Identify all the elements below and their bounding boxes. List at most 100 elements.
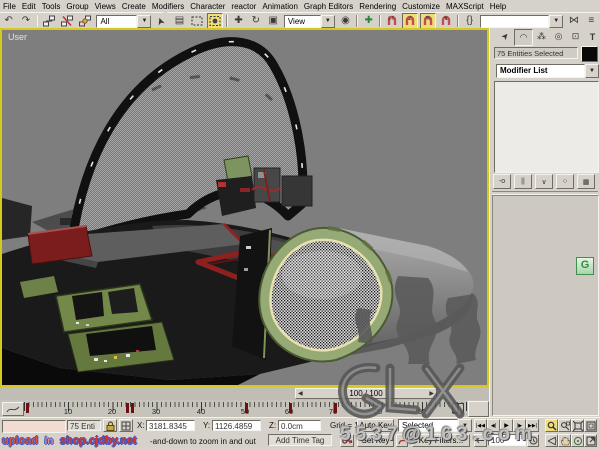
chevron-down-icon[interactable]: ▼ <box>549 15 563 28</box>
zoom-tool-icon[interactable] <box>545 419 558 432</box>
configure-modifier-sets-icon[interactable]: ▦ <box>577 174 595 189</box>
selection-lock-icon[interactable] <box>103 419 117 432</box>
chevron-down-icon[interactable]: ▼ <box>137 15 151 28</box>
rectangular-selection-region-icon[interactable] <box>189 13 205 29</box>
modifier-list-dropdown[interactable]: Modifier List ▼ <box>496 64 599 78</box>
time-configuration-icon[interactable] <box>527 434 539 447</box>
menu-item-tools[interactable]: Tools <box>39 2 64 11</box>
animation-key[interactable] <box>126 403 129 413</box>
current-frame-field[interactable]: 100 <box>488 434 526 446</box>
animation-key[interactable] <box>289 403 292 413</box>
object-color-swatch[interactable] <box>581 46 598 62</box>
menu-item-views[interactable]: Views <box>92 2 119 11</box>
key-filters-button[interactable]: Key Filters... <box>412 434 470 447</box>
named-selection-sets-dropdown[interactable]: ▼ <box>480 15 563 28</box>
time-slider-next-icon[interactable]: ▶ <box>429 390 434 397</box>
auto-key-button[interactable]: Auto Key <box>357 419 394 432</box>
animation-key[interactable] <box>245 403 248 413</box>
field-of-view-icon[interactable] <box>545 434 558 447</box>
zoom-extents-all-icon[interactable] <box>584 419 597 432</box>
menu-item-rendering[interactable]: Rendering <box>356 2 399 11</box>
open-mini-curve-editor-button[interactable] <box>2 402 24 416</box>
select-and-manipulate-icon[interactable]: ✚ <box>361 13 376 29</box>
use-pivot-point-center-icon[interactable]: ◉ <box>338 13 353 29</box>
pin-stack-icon[interactable]: -o <box>493 174 511 189</box>
menu-item-edit[interactable]: Edit <box>19 2 39 11</box>
x-coordinate-field[interactable]: 3181.8345 <box>146 420 195 431</box>
align-icon[interactable]: ≡ <box>584 13 599 29</box>
redo-icon[interactable]: ↷ <box>18 13 33 29</box>
animation-key[interactable] <box>458 403 464 413</box>
next-frame-button[interactable]: |▶ <box>513 419 526 432</box>
selection-filter-dropdown[interactable]: All ▼ <box>96 15 151 28</box>
zoom-all-icon[interactable] <box>558 419 571 432</box>
viewport[interactable]: User <box>0 28 489 387</box>
menu-item-help[interactable]: Help <box>487 2 509 11</box>
menu-item-create[interactable]: Create <box>119 2 149 11</box>
play-button[interactable]: ▶ <box>500 419 513 432</box>
hierarchy-tab-icon[interactable]: ⁂ <box>533 29 550 44</box>
add-time-tag-field[interactable]: Add Time Tag <box>268 434 332 446</box>
select-and-rotate-icon[interactable]: ↻ <box>248 13 263 29</box>
remove-modifier-icon[interactable]: ○ <box>556 174 574 189</box>
trackbar-end-button[interactable] <box>468 401 489 417</box>
menu-item-file[interactable]: File <box>0 2 19 11</box>
object-name-field[interactable]: 75 Entities Selected <box>494 47 578 59</box>
menu-item-group[interactable]: Group <box>63 2 91 11</box>
select-by-name-icon[interactable]: ▤ <box>172 13 187 29</box>
utilities-tab-icon[interactable]: T <box>584 29 600 44</box>
motion-tab-icon[interactable]: ◎ <box>550 29 567 44</box>
set-key-mode-icon[interactable] <box>340 434 354 447</box>
mirror-icon[interactable]: ⋈ <box>566 13 581 29</box>
animation-key[interactable] <box>26 403 29 413</box>
snap-toggle-icon[interactable]: 2.5 <box>384 13 400 29</box>
keyboard-shortcut-override-icon[interactable]: {} <box>462 13 477 29</box>
show-end-result-icon[interactable]: || <box>514 174 532 189</box>
zoom-extents-icon[interactable] <box>571 419 584 432</box>
chevron-down-icon[interactable]: ▼ <box>585 64 599 78</box>
go-to-start-button[interactable]: |◀◀ <box>474 419 487 432</box>
menu-item-graph-editors[interactable]: Graph Editors <box>301 2 356 11</box>
go-to-end-button[interactable]: ▶▶| <box>526 419 539 432</box>
chevron-down-icon[interactable]: ▼ <box>458 419 472 432</box>
display-tab-icon[interactable]: ⊡ <box>567 29 584 44</box>
min-max-toggle-icon[interactable] <box>584 434 597 447</box>
key-mode-selected-dropdown[interactable]: Selected ▼ <box>398 419 472 432</box>
percent-snap-toggle-icon[interactable]: % <box>420 13 436 29</box>
time-slider-prev-icon[interactable]: ◀ <box>298 390 303 397</box>
pan-view-icon[interactable] <box>558 434 571 447</box>
chevron-down-icon[interactable]: ▼ <box>321 15 335 28</box>
track-bar[interactable]: 10 20 30 40 50 60 70 80 90 100 <box>0 400 489 418</box>
undo-icon[interactable]: ↶ <box>1 13 16 29</box>
viewport-label[interactable]: User <box>8 32 27 42</box>
animation-key[interactable] <box>131 403 134 413</box>
menu-item-maxscript[interactable]: MAXScript <box>443 2 487 11</box>
unlink-selection-icon[interactable] <box>59 13 75 29</box>
make-unique-icon[interactable]: ∨ <box>535 174 553 189</box>
select-and-move-icon[interactable]: ✚ <box>231 13 246 29</box>
macro-recorder-field[interactable] <box>2 420 66 433</box>
key-filter-curve-icon[interactable] <box>396 434 408 447</box>
menu-item-character[interactable]: Character <box>187 2 228 11</box>
menu-item-modifiers[interactable]: Modifiers <box>149 2 187 11</box>
animation-key[interactable] <box>334 403 337 413</box>
menu-item-animation[interactable]: Animation <box>259 2 301 11</box>
y-coordinate-field[interactable]: 1126.4859 <box>212 420 261 431</box>
select-and-link-icon[interactable] <box>41 13 57 29</box>
menu-item-reactor[interactable]: reactor <box>228 2 259 11</box>
z-coordinate-field[interactable]: 0.0cm <box>278 420 321 431</box>
arc-rotate-icon[interactable] <box>571 434 584 447</box>
window-crossing-toggle-icon[interactable] <box>207 13 223 29</box>
menu-item-customize[interactable]: Customize <box>399 2 443 11</box>
previous-frame-button[interactable]: ◀| <box>487 419 500 432</box>
modify-tab-icon[interactable]: ◠ <box>514 29 533 46</box>
bind-to-space-warp-icon[interactable] <box>77 13 93 29</box>
select-and-scale-icon[interactable]: ▣ <box>266 13 281 29</box>
reference-coordinate-system-dropdown[interactable]: View ▼ <box>284 15 335 28</box>
absolute-offset-toggle-icon[interactable] <box>119 419 133 432</box>
set-key-button[interactable]: Set Key <box>357 434 394 447</box>
key-mode-toggle-icon[interactable] <box>474 434 487 447</box>
time-slider-thumb[interactable]: ◀ 100 / 100 ▶ <box>295 388 437 399</box>
time-slider-track[interactable]: ◀ 100 / 100 ▶ <box>0 387 489 401</box>
angle-snap-toggle-icon[interactable]: ∠ <box>402 13 418 29</box>
